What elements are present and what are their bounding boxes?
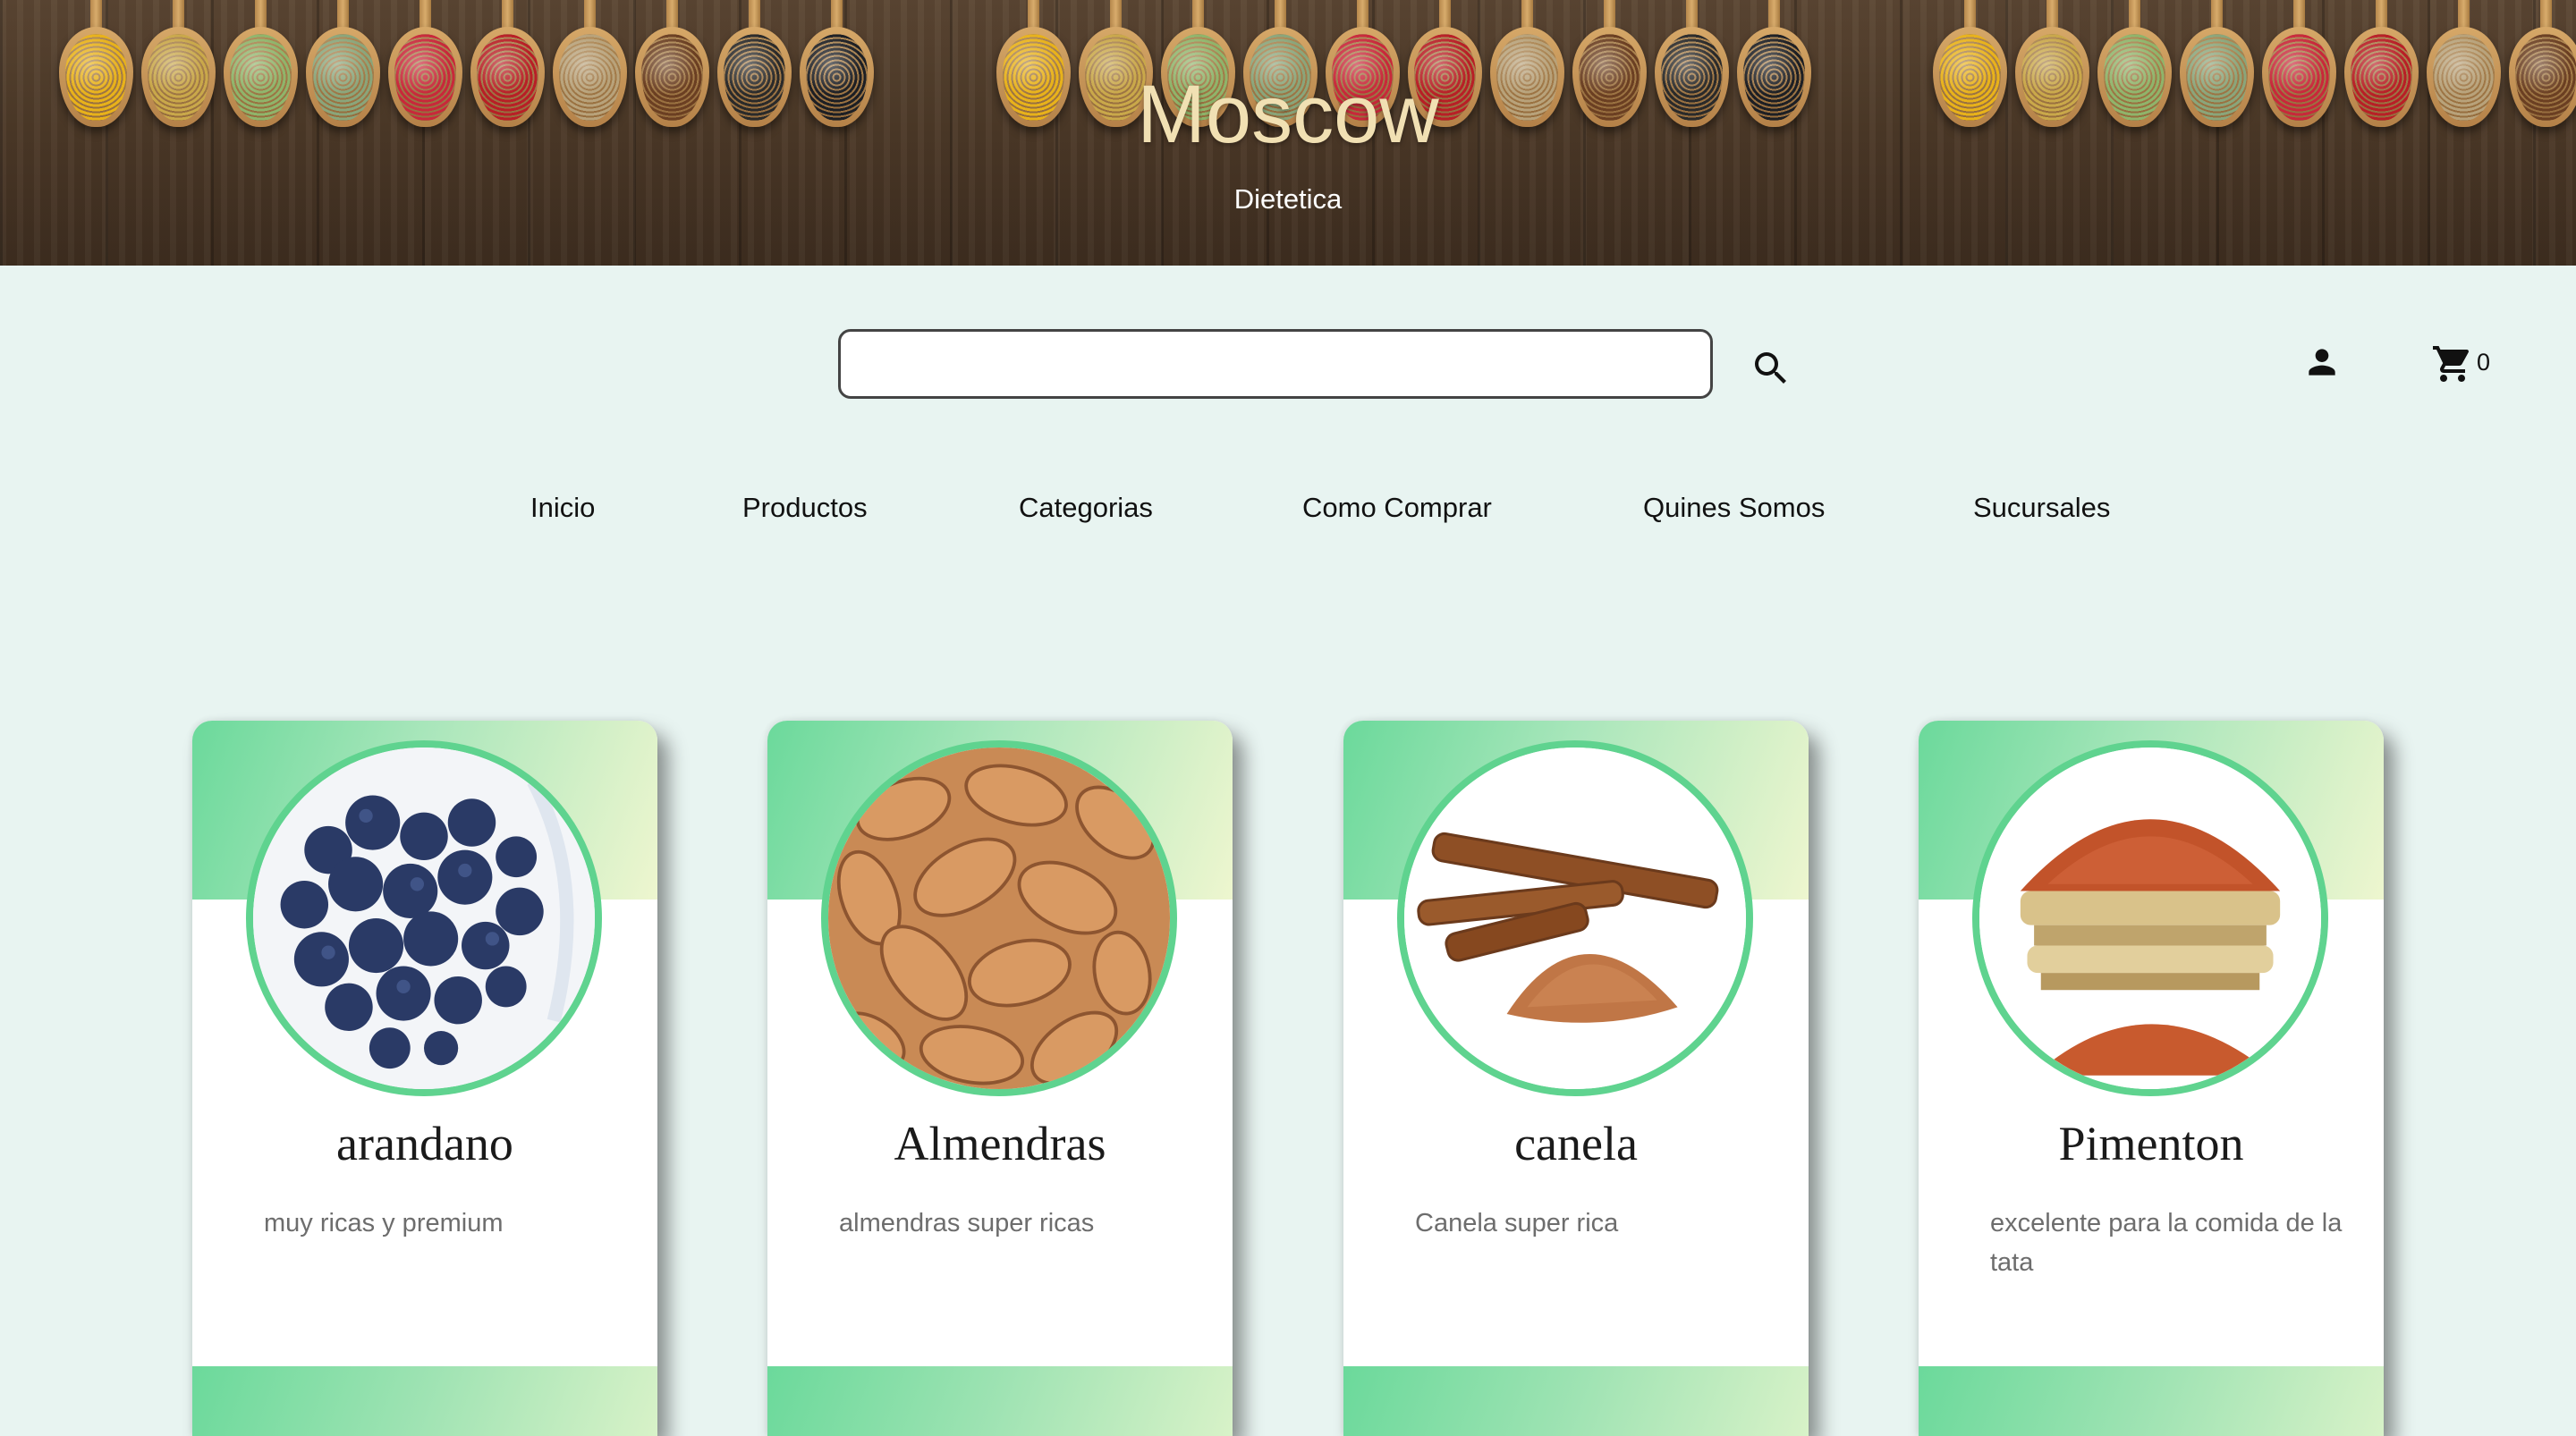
product-description: excelente para la comida de la tata [1990,1209,2343,1277]
card-footer-band [1343,1366,1809,1436]
product-image [1397,740,1753,1096]
card-footer-band [192,1366,657,1436]
product-image [246,740,602,1096]
search-button[interactable] [1750,347,1792,390]
product-description: muy ricas y premium [264,1209,504,1237]
search-icon [1755,352,1786,384]
header-banner: Moscow Dietetica [0,0,2576,266]
product-name: canela [1514,1117,1638,1170]
nav-item-inicio[interactable]: Inicio [530,488,595,528]
product-description: almendras super ricas [839,1209,1095,1237]
product-name: Pimenton [2058,1117,2244,1170]
nav-item-quines-somos[interactable]: Quines Somos [1643,488,1825,528]
user-icon [2309,349,2335,376]
nav-item-como-comprar[interactable]: Como Comprar [1302,488,1492,528]
product-card[interactable]: arandano muy ricas y premium [192,721,657,1436]
card-footer-band [1919,1366,2384,1436]
product-card[interactable]: Pimenton excelente para la comida de la … [1919,721,2384,1436]
product-card[interactable]: Almendras almendras super ricas [767,721,1233,1436]
card-footer-band [767,1366,1233,1436]
cart-count-badge: 0 [2477,349,2491,376]
product-name: Almendras [894,1117,1106,1170]
nav-item-productos[interactable]: Productos [742,488,868,528]
account-button[interactable] [2302,341,2342,384]
product-image [821,740,1177,1096]
product-card[interactable]: canela Canela super rica [1343,721,1809,1436]
product-image [1972,740,2328,1096]
site-title: Moscow [1137,69,1439,160]
product-description: Canela super rica [1415,1209,1619,1237]
nav-item-sucursales[interactable]: Sucursales [1973,488,2110,528]
nav-item-categorias[interactable]: Categorias [1019,488,1153,528]
search-input[interactable] [838,329,1713,399]
cart-button[interactable] [2431,342,2474,385]
product-name: arandano [336,1117,513,1170]
site-subtitle: Dietetica [1233,183,1343,215]
cart-icon [2433,346,2470,382]
